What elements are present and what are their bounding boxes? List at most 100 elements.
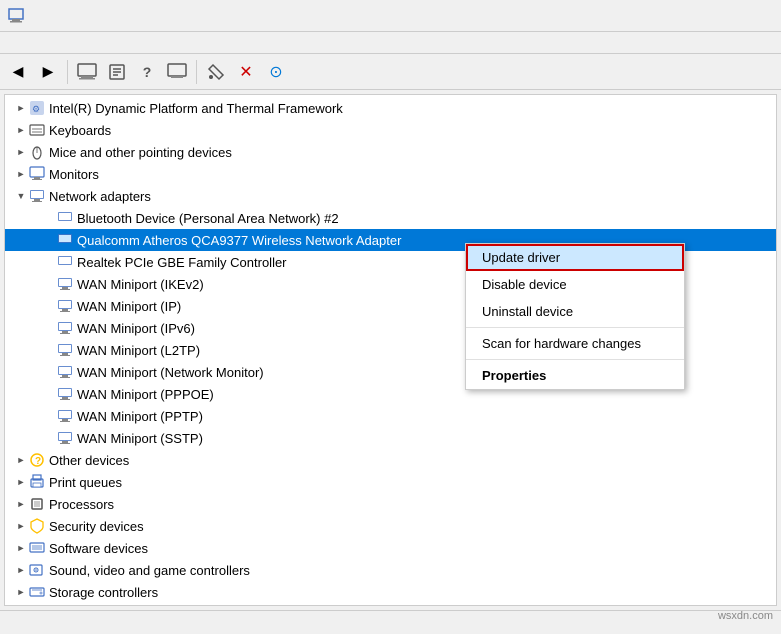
device-icon-monitors [29,166,45,182]
properties-button[interactable] [103,58,131,86]
tree-label-intel: Intel(R) Dynamic Platform and Thermal Fr… [49,101,343,116]
expand-icon-other[interactable]: ► [13,452,29,468]
expand-icon-keyboards[interactable]: ► [13,122,29,138]
menu-view[interactable] [36,41,52,45]
help-button[interactable]: ? [133,58,161,86]
tree-label-qualcomm: Qualcomm Atheros QCA9377 Wireless Networ… [77,233,401,248]
device-icon-wan8 [57,430,73,446]
menu-help[interactable] [52,41,68,45]
tree-item-bluetooth[interactable]: Bluetooth Device (Personal Area Network)… [5,207,776,229]
tree-label-security: Security devices [49,519,144,534]
status-bar [0,610,781,634]
tree-label-wan3: WAN Miniport (IPv6) [77,321,195,336]
menu-action[interactable] [20,41,36,45]
expand-icon-storage[interactable]: ► [13,584,29,600]
device-icon-software [29,540,45,556]
expand-icon-bluetooth[interactable] [41,210,57,226]
tree-item-sound[interactable]: ►Sound, video and game controllers [5,559,776,581]
tree-item-mice[interactable]: ► Mice and other pointing devices [5,141,776,163]
context-menu-item-properties[interactable]: Properties [466,362,684,389]
tree-label-wan5: WAN Miniport (Network Monitor) [77,365,264,380]
expand-icon-wan3[interactable] [41,320,57,336]
forward-button[interactable]: ▶ [34,58,62,86]
context-menu-item-scan[interactable]: Scan for hardware changes [466,330,684,357]
tree-label-mice: Mice and other pointing devices [49,145,232,160]
device-icon-security [29,518,45,534]
context-menu-item-disable[interactable]: Disable device [466,271,684,298]
tree-item-monitors[interactable]: ►Monitors [5,163,776,185]
menu-bar [0,32,781,54]
tree-item-wan8[interactable]: WAN Miniport (SSTP) [5,427,776,449]
expand-icon-wan5[interactable] [41,364,57,380]
expand-icon-intel[interactable]: ► [13,100,29,116]
expand-icon-network[interactable]: ▼ [13,188,29,204]
tree-item-security[interactable]: ► Security devices [5,515,776,537]
expand-icon-realtek[interactable] [41,254,57,270]
expand-icon-monitors[interactable]: ► [13,166,29,182]
app-icon [8,8,24,24]
tree-item-storage[interactable]: ►Storage controllers [5,581,776,603]
main-area: ►⚙Intel(R) Dynamic Platform and Thermal … [4,94,777,606]
tree-label-wan4: WAN Miniport (L2TP) [77,343,200,358]
device-icon-realtek [57,254,73,270]
device-icon-storage [29,584,45,600]
svg-text:⚙: ⚙ [32,104,40,114]
toolbar-separator-2 [196,60,197,84]
expand-icon-qualcomm[interactable] [41,232,57,248]
display-button[interactable] [163,58,191,86]
expand-icon-wan6[interactable] [41,386,57,402]
device-icon-wan4 [57,342,73,358]
device-manager-button[interactable] [73,58,101,86]
context-menu-item-update[interactable]: Update driver [466,244,684,271]
tree-label-keyboards: Keyboards [49,123,111,138]
device-icon-processors [29,496,45,512]
device-icon-other: ? [29,452,45,468]
device-icon-keyboards [29,122,45,138]
tree-item-intel[interactable]: ►⚙ Intel(R) Dynamic Platform and Thermal … [5,97,776,119]
toolbar: ◀ ▶ ? ✕ ⊙ [0,54,781,90]
tree-label-software: Software devices [49,541,148,556]
expand-icon-wan1[interactable] [41,276,57,292]
menu-file[interactable] [4,41,20,45]
tree-label-realtek: Realtek PCIe GBE Family Controller [77,255,287,270]
device-icon-wan6 [57,386,73,402]
tree-item-network[interactable]: ▼Network adapters [5,185,776,207]
toolbar-separator-1 [67,60,68,84]
expand-icon-wan2[interactable] [41,298,57,314]
device-icon-wan7 [57,408,73,424]
expand-icon-wan4[interactable] [41,342,57,358]
tree-label-wan7: WAN Miniport (PPTP) [77,409,203,424]
context-menu: Update driverDisable deviceUninstall dev… [465,243,685,390]
expand-icon-sound[interactable]: ► [13,562,29,578]
device-icon-wan2 [57,298,73,314]
scan-button[interactable] [202,58,230,86]
delete-button[interactable]: ✕ [232,58,260,86]
device-icon-print [29,474,45,490]
expand-icon-mice[interactable]: ► [13,144,29,160]
device-icon-mice [29,144,45,160]
watermark: wsxdn.com [718,610,773,622]
tree-item-print[interactable]: ► Print queues [5,471,776,493]
context-menu-separator [466,359,684,360]
tree-item-processors[interactable]: ►Processors [5,493,776,515]
tree-label-print: Print queues [49,475,122,490]
tree-label-wan8: WAN Miniport (SSTP) [77,431,203,446]
expand-icon-wan8[interactable] [41,430,57,446]
device-icon-sound [29,562,45,578]
tree-item-keyboards[interactable]: ► Keyboards [5,119,776,141]
tree-item-other[interactable]: ►?Other devices [5,449,776,471]
expand-icon-wan7[interactable] [41,408,57,424]
back-button[interactable]: ◀ [4,58,32,86]
expand-icon-software[interactable]: ► [13,540,29,556]
tree-label-wan2: WAN Miniport (IP) [77,299,181,314]
tree-item-wan7[interactable]: WAN Miniport (PPTP) [5,405,776,427]
expand-icon-security[interactable]: ► [13,518,29,534]
expand-icon-processors[interactable]: ► [13,496,29,512]
tree-label-wan1: WAN Miniport (IKEv2) [77,277,204,292]
device-icon-wan1 [57,276,73,292]
context-menu-item-uninstall[interactable]: Uninstall device [466,298,684,325]
tree-item-software[interactable]: ► Software devices [5,537,776,559]
title-bar [0,0,781,32]
expand-icon-print[interactable]: ► [13,474,29,490]
update-button[interactable]: ⊙ [262,58,290,86]
